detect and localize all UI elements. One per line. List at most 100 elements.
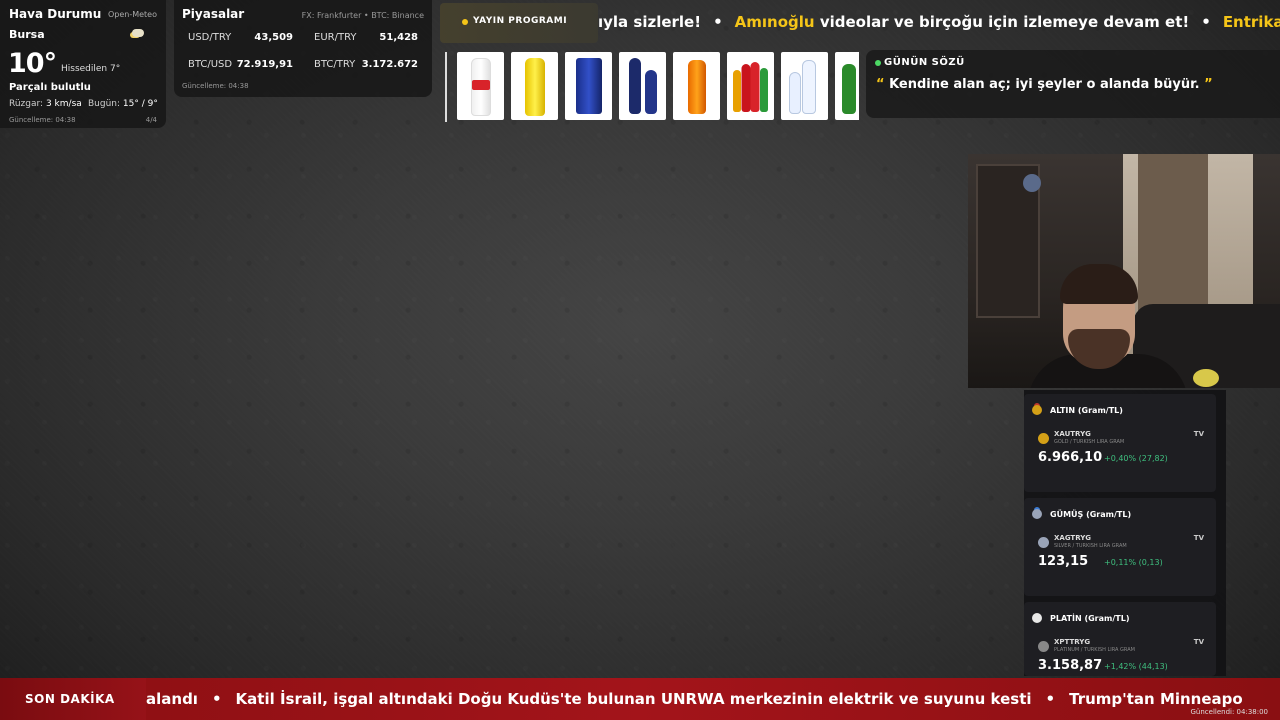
silver-coin-icon [1038, 537, 1049, 548]
news-separator: • [211, 690, 222, 708]
weather-temperature: 10° [8, 48, 57, 79]
quote-text-line: “ Kendine alan aç; iyi şeyler o alanda b… [876, 77, 1213, 92]
quote-title: GÜNÜN SÖZÜ [884, 57, 965, 68]
metal-description: SILVER / TURKISH LIRA GRAM [1054, 543, 1127, 549]
product-tile [835, 52, 859, 120]
quote-close-mark: ” [1204, 77, 1213, 92]
breaking-news-bar: SON DAKİKA alandı • Katil İsrail, işgal al… [0, 678, 1280, 720]
ticker-highlight: Amınoğlu [734, 13, 815, 31]
metal-symbol: XAGTRYG [1054, 534, 1092, 542]
soda-bottle-icon [733, 70, 741, 112]
market-value: 51,428 [379, 32, 418, 43]
quote-of-the-day: GÜNÜN SÖZÜ “ Kendine alan aç; iyi şeyler… [866, 50, 1280, 118]
market-label: BTC/TRY [314, 59, 356, 70]
gold-medal-icon [1032, 405, 1042, 415]
water-bottle-icon [802, 60, 816, 114]
markets-source: FX: Frankfurter • BTC: Binance [301, 11, 424, 20]
soda-bottle-icon [760, 68, 768, 112]
breaking-label-text: SON DAKİKA [25, 692, 115, 706]
ticker-separator: • [713, 13, 723, 31]
breaking-news-updated: Güncellendi: 04:38:00 [1190, 708, 1269, 716]
tradingview-icon: TV [1193, 534, 1204, 542]
metal-change: +0,40% (27,82) [1104, 454, 1168, 463]
news-separator: • [1045, 690, 1056, 708]
breaking-news-ticker: alandı • Katil İsrail, işgal altındaki Doğ… [146, 678, 1280, 720]
weather-condition: Parçalı bulutlu [9, 82, 91, 93]
metal-description: GOLD / TURKISH LIRA GRAM [1054, 439, 1125, 445]
weather-wind: Rüzgar: 3 km/sa [9, 99, 82, 109]
metal-card-gold[interactable]: ALTIN (Gram/TL) XAUTRYG GOLD / TURKISH L… [1024, 394, 1216, 492]
metal-description: PLATINUM / TURKISH LIRA GRAM [1054, 647, 1135, 653]
weather-source: Open-Meteo [107, 10, 157, 19]
product-tile [457, 52, 504, 120]
news-item: Trump'tan Minneapo [1069, 690, 1243, 708]
wind-label: Rüzgar: [9, 99, 44, 109]
webcam-feed [968, 154, 1280, 388]
ticker-separator: • [1201, 13, 1211, 31]
orange-soda-icon [687, 60, 706, 114]
soda-carton-icon [575, 58, 602, 114]
weather-title: Hava Durumu [9, 7, 102, 21]
today-label: Bugün: [88, 99, 121, 109]
product-tile [565, 52, 612, 120]
markets-widget: Piyasalar FX: Frankfurter • BTC: Binance… [174, 0, 432, 97]
breaking-news-text: alandı • Katil İsrail, işgal altındaki Doğ… [146, 690, 1243, 708]
metal-price: 123,15 [1038, 554, 1089, 569]
water-bottle-icon [789, 72, 801, 114]
weather-widget: Hava Durumu Open-Meteo Bursa 10° Hissedi… [0, 0, 166, 128]
tradingview-icon: TV [1193, 430, 1204, 438]
wind-value: 3 km/sa [45, 99, 82, 109]
platinum-coin-icon [1038, 641, 1049, 652]
metal-price: 6.966,10 [1038, 450, 1103, 465]
market-value: 3.172.672 [361, 59, 418, 70]
silver-medal-icon [1032, 509, 1042, 519]
quote-text: Kendine alan aç; iyi şeyler o alanda büy… [889, 77, 1200, 92]
product-tile [727, 52, 774, 120]
today-value: 15° / 9° [122, 99, 158, 109]
market-label: EUR/TRY [314, 32, 357, 43]
gold-coin-icon [1038, 433, 1049, 444]
metal-card-silver[interactable]: GÜMÜŞ (Gram/TL) XAGTRYG SILVER / TURKISH… [1024, 498, 1216, 596]
schedule-dot-icon [462, 19, 468, 25]
lemonade-bottle-icon [524, 58, 545, 116]
metal-price: 3.158,87 [1038, 658, 1103, 673]
soda-bottle-icon [629, 58, 641, 114]
green-bottle-icon [842, 64, 856, 114]
sponsor-products-strip [445, 52, 859, 122]
tradingview-icon: TV [1193, 638, 1204, 646]
webcam-door [1138, 154, 1208, 324]
metal-card-platinum[interactable]: PLATİN (Gram/TL) XPTTRYG PLATINUM / TURK… [1024, 602, 1216, 676]
weather-city: Bursa [9, 28, 45, 41]
product-tile [673, 52, 720, 120]
live-dot-icon [875, 60, 881, 66]
metal-symbol: XAUTRYG [1054, 430, 1091, 438]
ticker-segment: ıyla sizlerle! [598, 13, 702, 31]
market-label: USD/TRY [188, 32, 232, 43]
product-tile [511, 52, 558, 120]
product-tile [619, 52, 666, 120]
bottle-label-icon [471, 80, 490, 90]
webcam-fruit [1193, 369, 1219, 387]
weather-page-indicator: 4/4 [145, 116, 157, 124]
metal-change: +1,42% (44,13) [1104, 662, 1168, 671]
product-tile [781, 52, 828, 120]
broadcast-schedule-button[interactable]: YAYIN PROGRAMI [440, 3, 598, 43]
news-item: alandı [146, 690, 198, 708]
markets-title: Piyasalar [182, 7, 245, 21]
weather-feels-like: Hissedilen 7° [61, 64, 121, 74]
market-value: 72.919,91 [236, 59, 293, 70]
weather-updated: Güncelleme: 04:38 [9, 116, 76, 124]
partly-cloudy-icon [132, 29, 144, 37]
markets-updated: Güncelleme: 04:38 [182, 82, 249, 90]
market-value: 43,509 [254, 32, 293, 43]
metal-change: +0,11% (0,13) [1104, 558, 1163, 567]
breaking-news-label: SON DAKİKA [0, 678, 146, 720]
metal-title: GÜMÜŞ (Gram/TL) [1050, 510, 1132, 519]
weather-today: Bugün: 15° / 9° [88, 99, 158, 109]
soda-bottle-icon [645, 70, 657, 114]
news-item: Katil İsrail, işgal altındaki Doğu Kudüs… [235, 690, 1032, 708]
metal-title: ALTIN (Gram/TL) [1050, 406, 1123, 415]
webcam-lamp [1023, 174, 1041, 192]
precious-metals-panel: ALTIN (Gram/TL) XAUTRYG GOLD / TURKISH L… [1024, 390, 1226, 676]
metal-symbol: XPTTRYG [1054, 638, 1091, 646]
